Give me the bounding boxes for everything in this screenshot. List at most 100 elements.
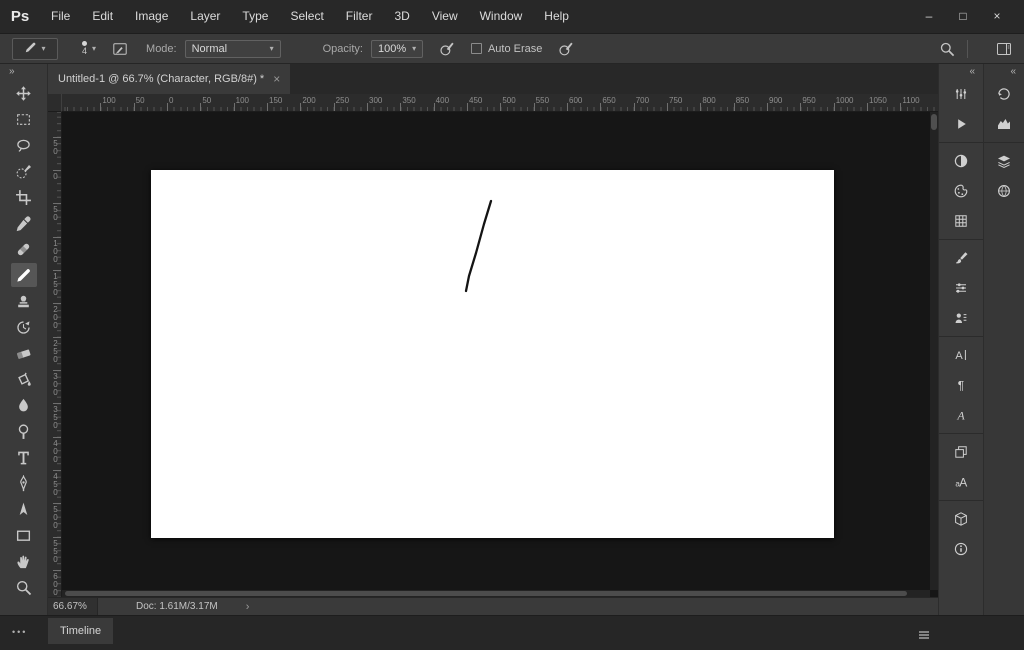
toolbar-collapse-button[interactable]: » — [0, 64, 47, 79]
horizontal-scrollbar[interactable] — [62, 590, 930, 597]
ruler-label: 50 — [51, 139, 60, 155]
menu-edit[interactable]: Edit — [81, 0, 124, 33]
minimize-button[interactable]: – — [912, 0, 946, 33]
document-tab[interactable]: Untitled-1 @ 66.7% (Character, RGB/8#) *… — [48, 64, 290, 94]
menu-filter[interactable]: Filter — [335, 0, 384, 33]
ruler-label: 0 — [51, 172, 60, 180]
tool-bar: » — [0, 64, 48, 615]
dock-collapse-button[interactable]: « — [984, 64, 1024, 79]
brush-settings-panel-icon[interactable] — [946, 274, 976, 302]
character-styles-panel-icon[interactable]: aA — [946, 468, 976, 496]
ruler-tick — [53, 137, 61, 138]
lasso-tool[interactable] — [11, 133, 37, 157]
color-panel-icon[interactable] — [946, 80, 976, 108]
3d-panel-icon[interactable] — [946, 505, 976, 533]
quick-selection-tool[interactable] — [11, 159, 37, 183]
dodge-tool[interactable] — [11, 419, 37, 443]
eraser-tool[interactable] — [11, 341, 37, 365]
path-selection-tool[interactable] — [11, 497, 37, 521]
dock-collapse-button[interactable]: « — [939, 64, 983, 79]
toggle-brush-settings-button[interactable] — [112, 41, 128, 57]
menu-help[interactable]: Help — [533, 0, 580, 33]
chevron-down-icon: ▾ — [41, 45, 45, 53]
layer-comps-panel-icon[interactable] — [946, 438, 976, 466]
menu-select[interactable]: Select — [279, 0, 334, 33]
menu-image[interactable]: Image — [124, 0, 179, 33]
info-panel-icon[interactable] — [946, 535, 976, 563]
brush-size-picker[interactable]: 4 ▾ — [82, 41, 96, 56]
crop-tool[interactable] — [11, 185, 37, 209]
move-tool[interactable] — [11, 81, 37, 105]
type-tool[interactable] — [11, 445, 37, 469]
zoom-tool[interactable] — [11, 575, 37, 599]
history-brush-tool[interactable] — [11, 315, 37, 339]
more-options-dots[interactable]: ••• — [12, 627, 27, 637]
pasteboard[interactable] — [62, 112, 938, 597]
svg-text:A: A — [955, 350, 963, 362]
swatches-palette-panel-icon[interactable] — [946, 177, 976, 205]
ruler-tick — [100, 103, 101, 111]
scrollbar-thumb[interactable] — [65, 591, 907, 596]
histogram-panel-icon[interactable] — [989, 110, 1019, 138]
auto-erase-checkbox[interactable]: Auto Erase — [471, 43, 542, 55]
panel-menu-icon[interactable] — [916, 627, 932, 643]
paragraph-panel-icon[interactable]: ¶ — [946, 371, 976, 399]
history-panel-icon[interactable] — [989, 80, 1019, 108]
actions-panel-icon[interactable] — [946, 110, 976, 138]
menu-view[interactable]: View — [421, 0, 469, 33]
chevron-down-icon: ▾ — [270, 45, 274, 53]
scrollbar-thumb[interactable] — [931, 114, 937, 130]
opacity-label: Opacity: — [323, 43, 363, 55]
mode-select[interactable]: Normal ▾ — [185, 40, 281, 58]
search-icon[interactable] — [939, 41, 955, 57]
checkbox-box[interactable] — [471, 43, 482, 54]
rectangular-marquee-tool[interactable] — [11, 107, 37, 131]
pencil-tool[interactable] — [11, 263, 37, 287]
timeline-tab-label: Timeline — [60, 625, 101, 637]
menu-window[interactable]: Window — [469, 0, 534, 33]
maximize-button[interactable]: □ — [946, 0, 980, 33]
timeline-tab[interactable]: Timeline — [48, 618, 113, 644]
pen-tool[interactable] — [11, 471, 37, 495]
menu-3d[interactable]: 3D — [383, 0, 420, 33]
tab-close-button[interactable]: × — [273, 72, 280, 86]
pressure-size-button[interactable] — [558, 41, 574, 57]
ruler-label: 300 — [51, 372, 60, 396]
vertical-scrollbar[interactable] — [930, 112, 938, 590]
ruler-label: 1000 — [836, 96, 854, 105]
menu-file[interactable]: File — [40, 0, 81, 33]
paint-bucket-tool[interactable] — [11, 367, 37, 391]
tool-preset-picker[interactable]: ▾ — [12, 38, 58, 60]
canvas[interactable] — [151, 170, 834, 538]
ruler-label: 50 — [136, 96, 145, 105]
opacity-select[interactable]: 100% ▾ — [371, 40, 423, 58]
hand-tool[interactable] — [11, 549, 37, 573]
navigator-panel-icon[interactable] — [989, 177, 1019, 205]
horizontal-ruler[interactable]: 1005005010015020025030035040045050055060… — [62, 94, 938, 112]
zoom-level-field[interactable]: 66.67% — [48, 598, 98, 615]
brushes-panel-icon[interactable] — [946, 244, 976, 272]
color-table-panel-icon[interactable] — [946, 207, 976, 235]
eyedropper-tool[interactable] — [11, 211, 37, 235]
status-expand-arrow[interactable]: › — [246, 601, 250, 613]
character-panel-icon[interactable]: A — [946, 341, 976, 369]
glyphs-panel-icon[interactable]: A — [946, 401, 976, 429]
adjustments-panel-icon[interactable] — [946, 147, 976, 175]
pressure-opacity-button[interactable] — [439, 41, 455, 57]
blur-tool[interactable] — [11, 393, 37, 417]
close-button[interactable]: × — [980, 0, 1014, 33]
clone-stamp-tool[interactable] — [11, 289, 37, 313]
workspace-switcher-button[interactable] — [996, 41, 1012, 57]
libraries-panel-icon[interactable] — [946, 304, 976, 332]
ruler-label: 50 — [202, 96, 211, 105]
dock-separator — [939, 239, 983, 240]
spot-healing-brush-tool[interactable] — [11, 237, 37, 261]
rectangle-tool[interactable] — [11, 523, 37, 547]
titlebar: Ps FileEditImageLayerTypeSelectFilter3DV… — [0, 0, 1024, 34]
layers-panel-icon[interactable] — [989, 147, 1019, 175]
ruler-origin-corner[interactable] — [48, 94, 62, 112]
vertical-ruler[interactable]: 50050100150200250300350400450500550600 — [48, 112, 62, 597]
menu-layer[interactable]: Layer — [179, 0, 231, 33]
menu-type[interactable]: Type — [231, 0, 279, 33]
ruler-tick — [534, 103, 535, 111]
